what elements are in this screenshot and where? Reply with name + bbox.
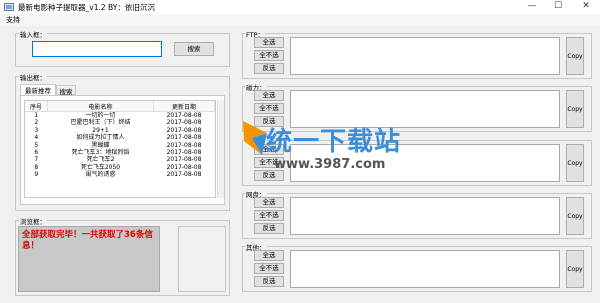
tab-search[interactable]: 搜索 [56, 85, 76, 96]
table-row[interactable]: 8 死亡飞车2050 2017-08-08 [25, 164, 215, 171]
netdisk-links-textarea[interactable] [290, 197, 560, 235]
ed2k-deselect-all-button[interactable]: 全不选 [254, 157, 284, 168]
column-header-date[interactable]: 更新日期 [153, 101, 215, 112]
cell-title: 巴霍巴利王（下）终结 [70, 119, 131, 127]
cell-index: 8 [34, 163, 39, 171]
window-title: 最新电影种子提取器_v1.2 BY：依旧沉沉 [18, 3, 155, 12]
table-row[interactable]: 2 巴霍巴利王（下）终结 2017-08-08 [25, 119, 215, 126]
cell-date: 2017-08-08 [166, 149, 202, 157]
cell-date: 2017-08-08 [166, 119, 202, 127]
tab-latest[interactable]: 最新推荐 [20, 84, 56, 95]
status-message: 全部获取完毕！一共获取了36条信息！ [22, 230, 153, 251]
close-button[interactable]: ✕ [574, 0, 598, 14]
table-row[interactable]: 6 死亡飞车3：地狱烈焰 2017-08-08 [25, 149, 215, 156]
cell-title: 死亡飞车2 [86, 156, 115, 164]
cell-date: 2017-08-08 [166, 112, 202, 119]
other-deselect-all-button[interactable]: 全不选 [254, 263, 284, 274]
cell-title: 闺气的诱惑 [85, 171, 116, 179]
column-header-index[interactable]: 序号 [25, 101, 48, 112]
cell-date: 2017-08-08 [166, 163, 202, 171]
magnet-copy-button[interactable]: Copy [566, 90, 584, 128]
magnet-links-textarea[interactable] [290, 90, 560, 128]
cell-index: 1 [34, 112, 39, 119]
cell-title: 黑蝴蝶 [91, 141, 110, 149]
table-row[interactable]: 9 闺气的诱惑 2017-08-08 [25, 171, 215, 178]
other-copy-button[interactable]: Copy [566, 250, 584, 288]
app-icon [4, 2, 14, 12]
cell-title: 如何成为拉丁情人 [76, 134, 125, 142]
cell-index: 6 [34, 149, 39, 157]
ftp-invert-button[interactable]: 反选 [254, 63, 284, 74]
ed2k-copy-button[interactable]: Copy [566, 144, 584, 182]
ftp-copy-button[interactable]: Copy [566, 37, 584, 75]
menu-bar [0, 14, 600, 26]
table-row[interactable]: 5 黑蝴蝶 2017-08-08 [25, 142, 215, 149]
list-scrollbar[interactable] [217, 100, 224, 198]
cell-date: 2017-08-08 [166, 156, 202, 164]
netdisk-copy-button[interactable]: Copy [566, 197, 584, 235]
netdisk-select-all-button[interactable]: 全选 [254, 197, 284, 208]
browser-textarea[interactable]: 全部获取完毕！一共获取了36条信息！ [18, 226, 160, 292]
cell-index: 5 [34, 141, 39, 149]
ftp-deselect-all-button[interactable]: 全不选 [254, 50, 284, 61]
cell-index: 4 [34, 134, 39, 142]
magnet-select-all-button[interactable]: 全选 [254, 90, 284, 101]
cell-index: 9 [34, 171, 39, 179]
netdisk-deselect-all-button[interactable]: 全不选 [254, 210, 284, 221]
cell-date: 2017-08-08 [166, 171, 202, 179]
movie-list[interactable]: 序号 电影名称 更新日期 1 一切的一切 2017-08-08 2 巴霍巴利王（下）终结… [24, 100, 216, 198]
magnet-invert-button[interactable]: 反选 [254, 116, 284, 127]
ftp-select-all-button[interactable]: 全选 [254, 37, 284, 48]
cell-index: 2 [34, 119, 39, 127]
input-group-label: 输入框： [19, 29, 47, 39]
movie-table: 序号 电影名称 更新日期 1 一切的一切 2017-08-08 2 巴霍巴利王（下）终结… [25, 101, 215, 179]
browser-group-label: 浏览框： [19, 216, 47, 226]
search-input[interactable] [32, 41, 162, 57]
magnet-deselect-all-button[interactable]: 全不选 [254, 103, 284, 114]
table-row[interactable]: 7 死亡飞车2 2017-08-08 [25, 156, 215, 163]
other-select-all-button[interactable]: 全选 [254, 250, 284, 261]
netdisk-invert-button[interactable]: 反选 [254, 223, 284, 234]
other-links-textarea[interactable] [290, 250, 560, 288]
tab-panel: 序号 电影名称 更新日期 1 一切的一切 2017-08-08 2 巴霍巴利王（下）终结… [20, 95, 225, 205]
ed2k-invert-button[interactable]: 反选 [254, 170, 284, 181]
maximize-button[interactable]: ☐ [546, 0, 570, 14]
other-invert-button[interactable]: 反选 [254, 276, 284, 287]
table-row[interactable]: 4 如何成为拉丁情人 2017-08-08 [25, 134, 215, 141]
column-header-title[interactable]: 电影名称 [47, 101, 154, 112]
browser-side-panel [178, 226, 226, 292]
cell-date: 2017-08-08 [166, 126, 202, 134]
minimize-button[interactable]: — [520, 0, 544, 14]
output-group-label: 输出框： [19, 72, 47, 82]
menu-item-support[interactable]: 支持 [6, 15, 20, 25]
ftp-links-textarea[interactable] [290, 37, 560, 75]
ed2k-links-textarea[interactable] [290, 144, 560, 182]
cell-index: 7 [34, 156, 39, 164]
ed2k-select-all-button[interactable]: 全选 [254, 144, 284, 155]
cell-date: 2017-08-08 [166, 141, 202, 149]
cell-date: 2017-08-08 [166, 134, 202, 142]
cell-index: 3 [34, 126, 39, 134]
search-button[interactable]: 搜索 [174, 42, 214, 56]
